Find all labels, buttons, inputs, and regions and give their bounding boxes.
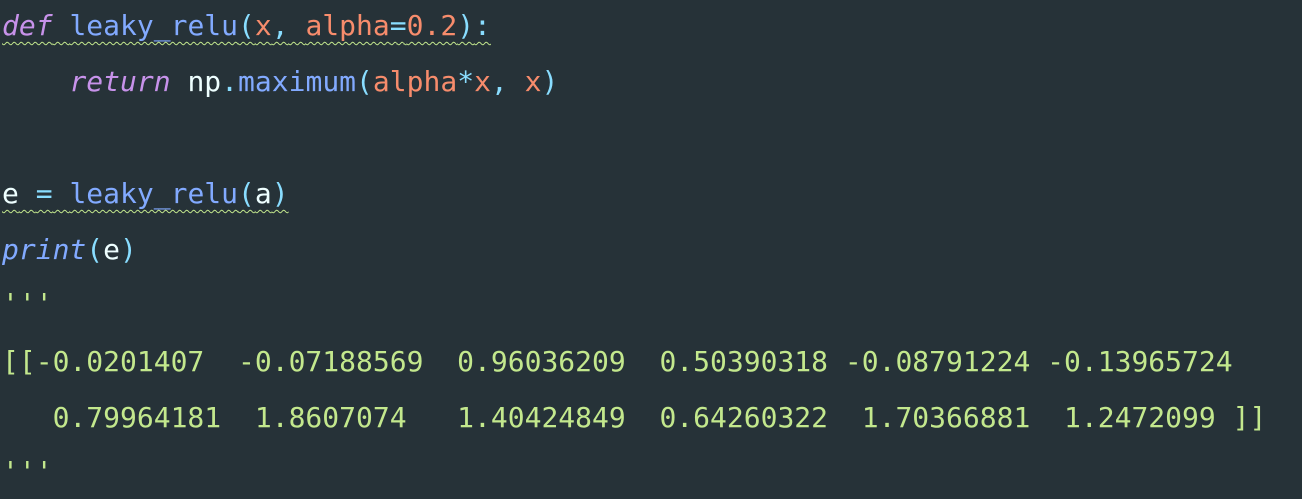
close-paren: ) [271, 177, 289, 210]
keyword-def: def [2, 9, 53, 42]
comma: , [271, 9, 289, 42]
docstring-close[interactable]: ''' [2, 452, 53, 492]
function-maximum: maximum [238, 65, 357, 98]
variable-e: e [2, 177, 19, 210]
code-line-assign[interactable]: e = leaky_relu(a) [2, 174, 289, 214]
warning-underline: e = leaky_relu(a) [2, 177, 289, 210]
code-line-print[interactable]: print(e) [2, 230, 137, 270]
arg-a: a [254, 177, 272, 210]
open-paren: ( [238, 177, 255, 210]
param-alpha: alpha [305, 9, 390, 42]
open-paren: ( [356, 65, 373, 98]
equals-operator: = [389, 9, 407, 42]
warning-underline: def leaky_relu(x, alpha=0.2): [2, 9, 491, 42]
default-value: 0.2 [406, 9, 458, 42]
multiply-operator: * [457, 65, 475, 98]
close-paren: ) [120, 233, 137, 266]
module-np: np [187, 65, 222, 98]
close-paren: ) [457, 9, 475, 42]
docstring-open[interactable]: ''' [2, 284, 53, 324]
close-paren: ) [541, 65, 559, 98]
output-row-1[interactable]: [[-0.0201407 -0.07188569 0.96036209 0.50… [2, 342, 1233, 382]
param-x: x [254, 9, 272, 42]
function-call: leaky_relu [69, 177, 239, 210]
code-line-return[interactable]: return np.maximum(alpha*x, x) [2, 62, 558, 102]
code-line-def[interactable]: def leaky_relu(x, alpha=0.2): [2, 6, 491, 46]
arg-e: e [103, 233, 121, 266]
output-row-2[interactable]: 0.79964181 1.8607074 1.40424849 0.642603… [2, 398, 1267, 438]
colon: : [474, 9, 491, 42]
code-editor[interactable]: def leaky_relu(x, alpha=0.2): return np.… [0, 0, 1302, 499]
open-paren: ( [86, 233, 104, 266]
dot: . [221, 65, 239, 98]
open-paren: ( [238, 9, 255, 42]
equals-operator: = [35, 177, 53, 210]
function-name: leaky_relu [69, 9, 239, 42]
builtin-print: print [2, 233, 87, 266]
arg-alpha: alpha [372, 65, 458, 98]
arg-x: x [474, 65, 491, 98]
keyword-return: return [69, 65, 171, 98]
comma: , [490, 65, 508, 98]
arg-x: x [524, 65, 542, 98]
